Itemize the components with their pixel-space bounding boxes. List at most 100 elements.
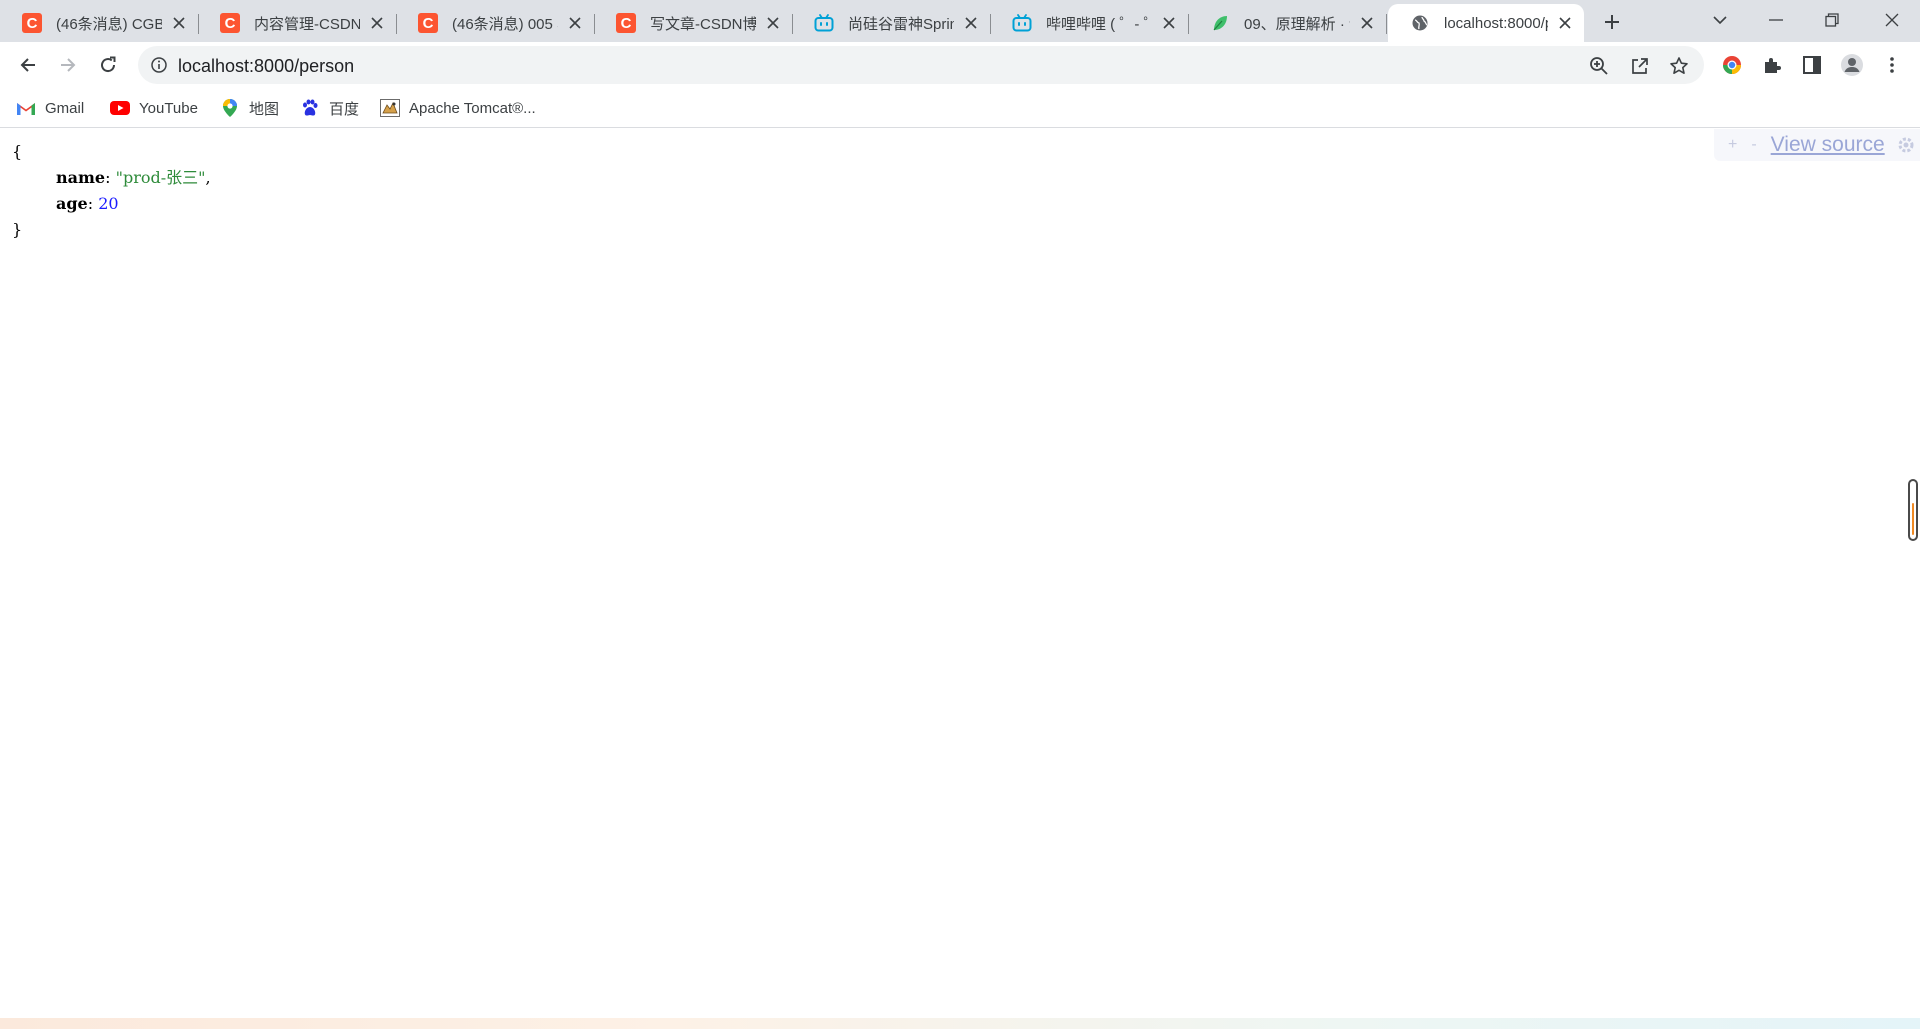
- close-icon[interactable]: [1358, 14, 1376, 32]
- close-icon: [1885, 13, 1899, 27]
- json-string-value: "prod-张三": [115, 168, 206, 187]
- bookmark-maps[interactable]: 地图: [220, 96, 279, 120]
- close-icon[interactable]: [1160, 14, 1178, 32]
- bookmark-gmail[interactable]: Gmail: [16, 96, 84, 120]
- close-icon[interactable]: [566, 14, 584, 32]
- bilibili-icon: [1012, 13, 1032, 33]
- bookmark-label: Apache Tomcat®...: [409, 99, 536, 117]
- bookmark-label: 百度: [329, 100, 360, 118]
- globe-icon: [1410, 13, 1430, 33]
- bookmarks-bar: Gmail YouTube 地图 百度 Apache Tomcat®...: [0, 88, 1920, 128]
- page-content: { name: "prod-张三", age: 20 } + - View so…: [0, 129, 1920, 1013]
- tab-title: 09、原理解析 · 语: [1244, 15, 1350, 33]
- reload-button[interactable]: [92, 49, 124, 81]
- csdn-icon: C: [418, 13, 438, 33]
- restore-icon: [1825, 13, 1839, 27]
- json-close-brace[interactable]: }: [12, 217, 211, 243]
- tab-title: 写文章-CSDN博客: [650, 15, 756, 33]
- puzzle-extensions-icon[interactable]: [1760, 53, 1784, 77]
- close-icon[interactable]: [170, 14, 188, 32]
- plus-icon: [1605, 15, 1619, 29]
- tab-title: (46条消息) 005 S: [452, 15, 558, 33]
- json-key: name: [56, 168, 106, 187]
- chevron-down-icon: [1713, 16, 1727, 25]
- tab-bilibili-home[interactable]: 哔哩哔哩 ( ゜- ゜)つ: [990, 4, 1189, 42]
- bookmark-label: 地图: [249, 100, 280, 118]
- zoom-icon[interactable]: [1588, 55, 1610, 77]
- tomcat-icon: [380, 98, 400, 118]
- profile-avatar-icon[interactable]: [1840, 53, 1864, 77]
- new-tab-button[interactable]: [1596, 8, 1628, 36]
- scroll-indicator[interactable]: [1908, 479, 1918, 541]
- forward-button[interactable]: [52, 49, 84, 81]
- close-icon[interactable]: [962, 14, 980, 32]
- tab-csdn-content[interactable]: C 内容管理-CSDN创: [198, 4, 397, 42]
- json-viewer: { name: "prod-张三", age: 20 }: [12, 139, 211, 243]
- browser-window: C (46条消息) CGB2 C 内容管理-CSDN创 C (46条消息) 00…: [0, 0, 1920, 1029]
- arrow-left-icon: [20, 58, 35, 72]
- json-number-value: 20: [98, 194, 119, 213]
- gmail-icon: [16, 98, 36, 118]
- bookmark-baidu[interactable]: 百度: [300, 96, 359, 120]
- minimize-button[interactable]: [1748, 0, 1804, 40]
- expand-all-button[interactable]: +: [1728, 136, 1737, 154]
- json-colon: :: [105, 168, 116, 187]
- csdn-icon: C: [616, 13, 636, 33]
- json-open-brace[interactable]: {: [12, 139, 211, 165]
- bookmark-tomcat[interactable]: Apache Tomcat®...: [380, 96, 536, 120]
- bookmark-label: Gmail: [45, 99, 85, 117]
- json-field-name: name: "prod-张三",: [12, 165, 211, 191]
- json-field-age: age: 20: [12, 191, 211, 217]
- close-icon[interactable]: [368, 14, 386, 32]
- tab-title: 内容管理-CSDN创: [254, 15, 360, 33]
- csdn-icon: C: [220, 13, 240, 33]
- back-button[interactable]: [12, 49, 44, 81]
- tab-title: localhost:8000/p: [1444, 14, 1548, 32]
- scroll-indicator-fill: [1912, 503, 1914, 535]
- leaf-icon: [1210, 13, 1230, 33]
- tab-csdn-cgb[interactable]: C (46条消息) CGB2: [0, 4, 199, 42]
- tab-yuque-09[interactable]: 09、原理解析 · 语: [1188, 4, 1387, 42]
- youtube-icon: [110, 98, 130, 118]
- kebab-menu-icon[interactable]: [1880, 53, 1904, 77]
- bilibili-icon: [814, 13, 834, 33]
- minimize-icon: [1769, 19, 1783, 21]
- chrome-extension-icon[interactable]: [1720, 53, 1744, 77]
- taskbar-edge: [0, 1018, 1920, 1029]
- baidu-paw-icon: [300, 98, 320, 118]
- json-colon: :: [87, 194, 99, 213]
- star-icon[interactable]: [1668, 55, 1690, 77]
- collapse-all-button[interactable]: -: [1751, 136, 1756, 154]
- browser-toolbar: localhost:8000/person: [0, 42, 1920, 88]
- address-bar[interactable]: localhost:8000/person: [138, 46, 1704, 84]
- tab-search-button[interactable]: [1692, 0, 1748, 40]
- reload-icon: [101, 56, 116, 73]
- csdn-icon: C: [22, 13, 42, 33]
- json-key: age: [56, 194, 88, 213]
- side-panel-icon[interactable]: [1800, 53, 1824, 77]
- json-comma: ,: [205, 168, 211, 187]
- info-icon[interactable]: [150, 56, 168, 74]
- restore-button[interactable]: [1804, 0, 1860, 40]
- tab-title: 尚硅谷雷神Spring: [848, 15, 954, 33]
- tab-title: 哔哩哔哩 ( ゜- ゜)つ: [1046, 15, 1152, 33]
- close-icon[interactable]: [764, 14, 782, 32]
- tab-csdn-write[interactable]: C 写文章-CSDN博客: [594, 4, 793, 42]
- tab-localhost-person[interactable]: localhost:8000/p: [1388, 4, 1584, 42]
- bookmark-label: YouTube: [139, 99, 198, 117]
- address-url[interactable]: localhost:8000/person: [178, 56, 354, 77]
- tab-csdn-005[interactable]: C (46条消息) 005 S: [396, 4, 595, 42]
- gear-icon[interactable]: [1895, 134, 1917, 156]
- arrow-right-icon: [61, 58, 76, 72]
- view-source-link[interactable]: View source: [1771, 133, 1885, 157]
- tab-bilibili-spring[interactable]: 尚硅谷雷神Spring: [792, 4, 991, 42]
- close-window-button[interactable]: [1864, 0, 1920, 40]
- tab-strip: C (46条消息) CGB2 C 内容管理-CSDN创 C (46条消息) 00…: [0, 0, 1920, 42]
- bookmark-youtube[interactable]: YouTube: [110, 96, 198, 120]
- share-icon[interactable]: [1629, 55, 1651, 77]
- tab-title: (46条消息) CGB2: [56, 15, 162, 33]
- maps-pin-icon: [220, 98, 240, 118]
- close-icon[interactable]: [1556, 14, 1574, 32]
- json-viewer-controls: + - View source: [1714, 129, 1920, 161]
- tab-separator: [1386, 14, 1387, 34]
